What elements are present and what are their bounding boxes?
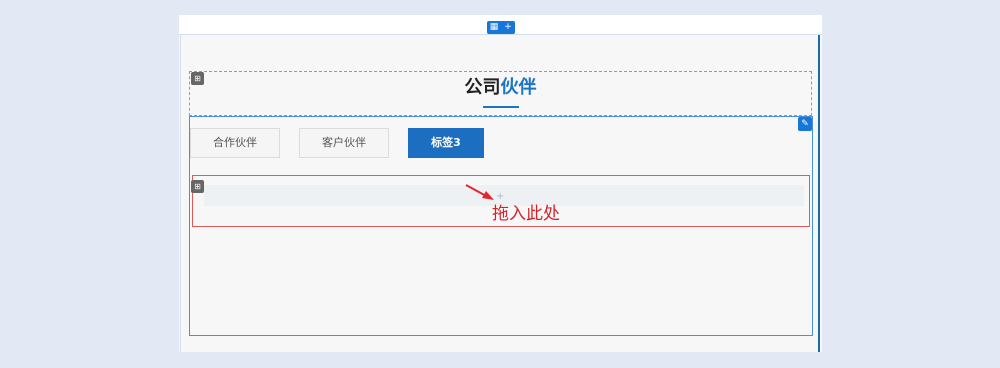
grid-icon[interactable]: ▦ xyxy=(488,21,500,34)
page-title: 公司伙伴 xyxy=(179,73,822,99)
title-text: 公司 xyxy=(464,77,501,98)
tab-customers[interactable]: 客户伙伴 xyxy=(299,128,389,158)
add-hint-icon: + xyxy=(496,191,505,202)
plus-icon[interactable]: + xyxy=(502,21,514,34)
tab-label-3[interactable]: 标签3 xyxy=(408,128,484,158)
tab-partners[interactable]: 合作伙伴 xyxy=(190,128,280,158)
drop-here-label: 拖入此处 xyxy=(492,204,560,224)
edit-icon[interactable]: ✎ xyxy=(798,117,812,131)
row-handle-icon[interactable]: ⊞ xyxy=(191,180,204,193)
title-underline xyxy=(483,106,519,108)
section-controls: ▦ + xyxy=(487,21,515,34)
arrow-icon xyxy=(465,184,494,200)
editor-top-bar: ▦ + xyxy=(179,15,822,35)
title-accent-text: 伙伴 xyxy=(500,77,537,98)
editor-canvas: ▦ + ⊞ 公司伙伴 ✎ 合作伙伴 客户伙伴 标签3 ⊞ + 拖入此处 xyxy=(179,15,822,352)
